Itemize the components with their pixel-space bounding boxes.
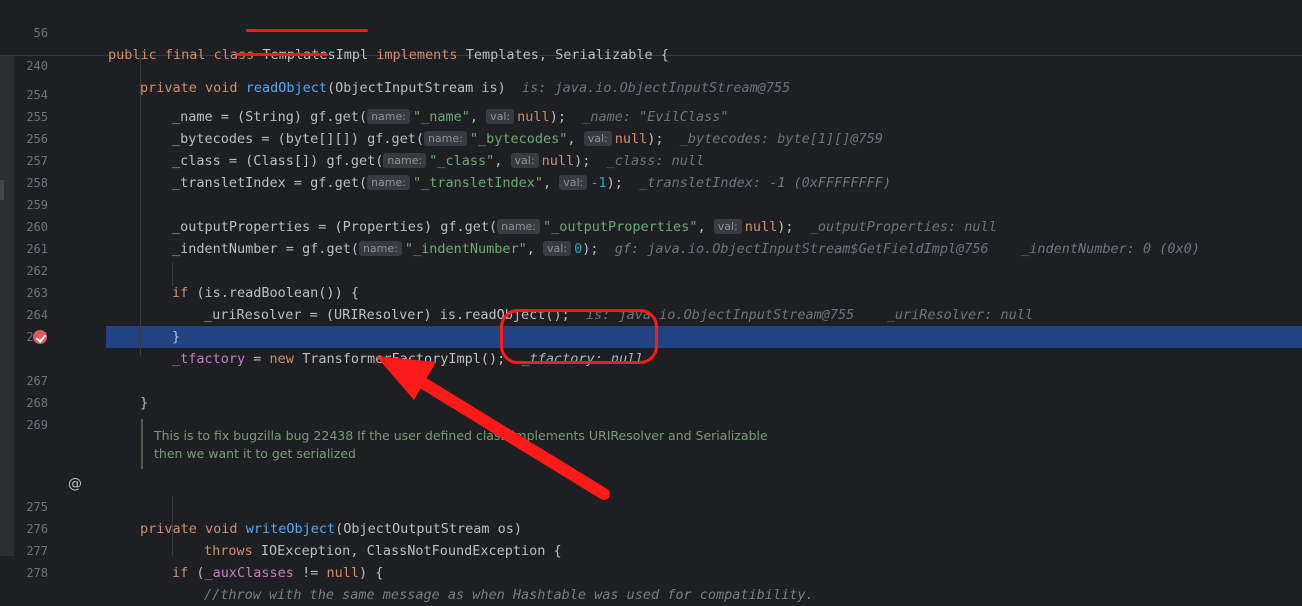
- code-text: (: [188, 565, 205, 581]
- code-text: !=: [293, 565, 327, 581]
- keyword: if: [172, 565, 189, 581]
- annotation-arrow-icon: [376, 356, 610, 500]
- keyword: null: [326, 565, 359, 581]
- line-number: 278: [26, 566, 48, 580]
- code-comment: //throw with the same message as when Ha…: [204, 587, 814, 603]
- annotation-underline-class: [246, 29, 368, 32]
- field-name: _auxClasses: [204, 565, 294, 581]
- annotation-underline-method: [236, 53, 328, 56]
- code-text: ) {: [358, 565, 384, 581]
